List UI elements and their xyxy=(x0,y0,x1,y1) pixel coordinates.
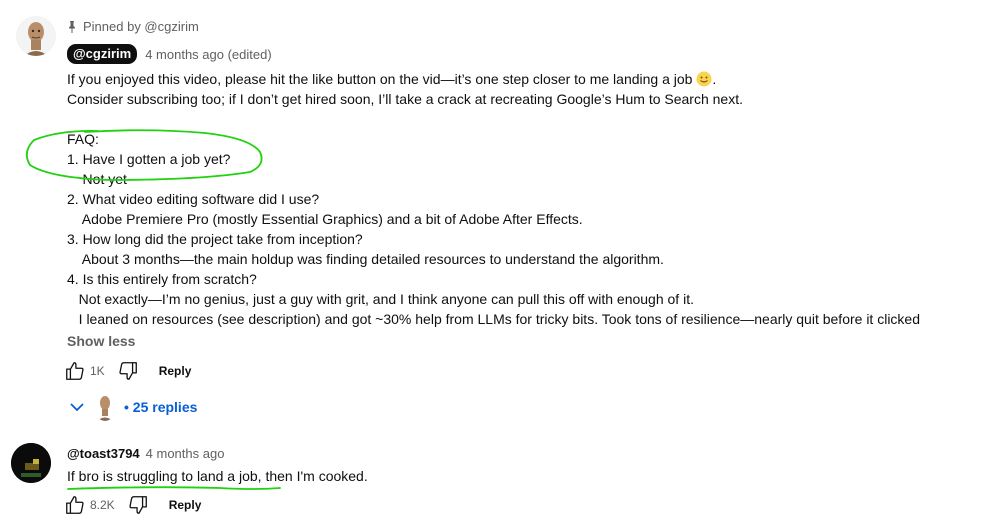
comment-line: 1. Have I gotten a job yet? xyxy=(67,151,231,167)
comment-actions: 8.2K Reply xyxy=(64,494,201,516)
like-thumbs-up-icon[interactable] xyxy=(64,494,86,516)
author-handle[interactable]: @toast3794 xyxy=(67,446,140,461)
comment-timestamp[interactable]: 4 months ago xyxy=(146,446,225,461)
comment-line: Consider subscribing too; if I don’t get… xyxy=(67,91,743,107)
comment-line: I leaned on resources (see description) … xyxy=(67,311,920,327)
comment-actions: 1K Reply xyxy=(64,360,191,382)
comment-line: If you enjoyed this video, please hit th… xyxy=(67,71,697,87)
comment-line: FAQ: xyxy=(67,131,99,147)
dislike-thumbs-down-icon[interactable] xyxy=(127,494,149,516)
avatar[interactable] xyxy=(11,443,51,483)
comment-line: 4. Is this entirely from scratch? xyxy=(67,271,257,287)
dark-scene-avatar-icon xyxy=(11,443,51,483)
comment-header: @cgzirim 4 months ago (edited) xyxy=(67,44,272,64)
meme-face-avatar-icon xyxy=(94,393,116,421)
pin-icon xyxy=(69,20,75,33)
comment-line-suffix: . xyxy=(712,71,717,87)
replies-toggle[interactable]: • 25 replies xyxy=(68,393,197,421)
pinned-by-text: Pinned by @cgzirim xyxy=(83,19,199,34)
comment-line: 2. What video editing software did I use… xyxy=(67,191,320,207)
show-less-button[interactable]: Show less xyxy=(67,333,135,349)
reply-button[interactable]: Reply xyxy=(169,498,202,512)
replies-count-label: • 25 replies xyxy=(124,399,198,415)
comment-timestamp[interactable]: 4 months ago (edited) xyxy=(145,47,271,62)
comment-line: About 3 months—the main holdup was findi… xyxy=(67,251,664,267)
author-handle[interactable]: @cgzirim xyxy=(67,44,138,64)
pinned-label: Pinned by @cgzirim xyxy=(67,19,199,34)
chevron-down-icon xyxy=(70,403,84,412)
creator-avatar-mini xyxy=(94,393,116,421)
like-count: 8.2K xyxy=(90,498,115,512)
comment-header: @toast3794 4 months ago xyxy=(67,446,224,461)
reply-button[interactable]: Reply xyxy=(159,364,192,378)
comment-line: 3. How long did the project take from in… xyxy=(67,231,363,247)
like-thumbs-up-icon[interactable] xyxy=(64,360,86,382)
comment-body: If you enjoyed this video, please hit th… xyxy=(67,69,920,329)
avatar[interactable] xyxy=(16,16,56,56)
slightly-smiling-face-icon xyxy=(696,71,712,87)
like-count: 1K xyxy=(90,364,105,378)
dislike-thumbs-down-icon[interactable] xyxy=(117,360,139,382)
comment-body: If bro is struggling to land a job, then… xyxy=(67,468,368,484)
comment-line: Adobe Premiere Pro (mostly Essential Gra… xyxy=(67,211,583,227)
comment-line: Not yet xyxy=(67,171,127,187)
meme-face-avatar-icon xyxy=(16,16,56,56)
comment-line: Not exactly—I’m no genius, just a guy wi… xyxy=(67,291,694,307)
